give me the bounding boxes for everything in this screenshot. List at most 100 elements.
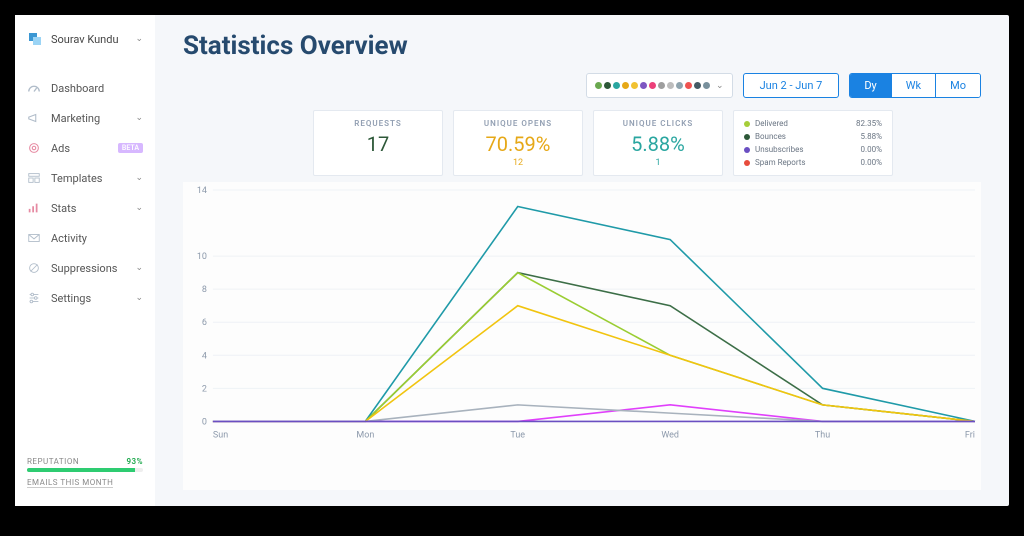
svg-text:Wed: Wed	[661, 430, 679, 440]
legend-dot	[604, 82, 611, 89]
nav-label: Ads	[51, 142, 108, 155]
stat-unique-opens[interactable]: UNIQUE OPENS 70.59% 12	[453, 110, 583, 176]
legend-dot	[649, 82, 656, 89]
user-name: Sourav Kundu	[51, 33, 119, 46]
dashboard-icon	[27, 81, 41, 95]
legend-label: Delivered	[755, 117, 788, 130]
svg-text:Sun: Sun	[213, 430, 228, 440]
control-bar: ⌄ Jun 2 - Jun 7 Dy Wk Mo	[183, 73, 981, 98]
svg-text:14: 14	[197, 186, 207, 196]
sliders-icon	[27, 291, 41, 305]
svg-text:6: 6	[202, 318, 207, 328]
stat-sub: 1	[600, 158, 716, 168]
date-range-button[interactable]: Jun 2 - Jun 7	[743, 73, 840, 98]
stat-requests[interactable]: REQUESTS 17	[313, 110, 443, 176]
stat-value: 70.59%	[460, 132, 576, 156]
legend-dot	[658, 82, 665, 89]
legend-row: Bounces 5.88%	[744, 130, 882, 143]
nav-label: Stats	[51, 202, 125, 215]
range-week[interactable]: Wk	[892, 74, 936, 97]
emails-this-month-link[interactable]: EMAILS THIS MONTH	[27, 478, 113, 488]
chart: 024681014SunMonTueWedThuFri	[183, 182, 981, 490]
dot-icon	[744, 121, 750, 127]
svg-text:Tue: Tue	[510, 430, 525, 440]
sidebar: Sourav Kundu ⌄ Dashboard Marketing ⌄ Ads…	[15, 15, 155, 506]
nav-templates[interactable]: Templates ⌄	[15, 163, 155, 193]
reputation-value: 93%	[126, 457, 143, 466]
legend-dot	[676, 82, 683, 89]
nav-label: Templates	[51, 172, 125, 185]
legend-label: Unsubscribes	[755, 143, 803, 156]
templates-icon	[27, 171, 41, 185]
granularity-toggle: Dy Wk Mo	[849, 73, 981, 98]
svg-text:8: 8	[202, 285, 207, 295]
stat-unique-clicks[interactable]: UNIQUE CLICKS 5.88% 1	[593, 110, 723, 176]
megaphone-icon	[27, 111, 41, 125]
legend-value: 0.00%	[861, 143, 882, 156]
legend-value: 5.88%	[861, 130, 882, 143]
range-month[interactable]: Mo	[936, 74, 980, 97]
logo-icon	[27, 31, 43, 47]
svg-text:0: 0	[202, 417, 207, 427]
legend-dot	[640, 82, 647, 89]
nav-dashboard[interactable]: Dashboard	[15, 73, 155, 103]
chevron-down-icon: ⌄	[135, 263, 143, 273]
series-legend-dropdown[interactable]: ⌄	[586, 73, 733, 98]
stats-icon	[27, 201, 41, 215]
stat-value: 17	[320, 132, 436, 156]
nav-label: Settings	[51, 292, 125, 305]
stat-sub: 12	[460, 158, 576, 168]
legend-label: Spam Reports	[755, 156, 805, 169]
summary-legend: Delivered 82.35% Bounces 5.88% Unsubscribes 0…	[733, 110, 893, 176]
envelope-icon	[27, 231, 41, 245]
nav-label: Activity	[51, 232, 143, 245]
svg-text:10: 10	[197, 252, 207, 262]
legend-row: Delivered 82.35%	[744, 117, 882, 130]
sidebar-footer: REPUTATION 93% EMAILS THIS MONTH	[15, 449, 155, 496]
legend-dot	[595, 82, 602, 89]
dot-icon	[744, 160, 750, 166]
legend-dot	[613, 82, 620, 89]
stats-row: REQUESTS 17 UNIQUE OPENS 70.59% 12 UNIQU…	[183, 110, 981, 176]
dot-icon	[744, 147, 750, 153]
dot-icon	[744, 134, 750, 140]
legend-label: Bounces	[755, 130, 786, 143]
legend-row: Spam Reports 0.00%	[744, 156, 882, 169]
legend-dot	[703, 82, 710, 89]
chevron-down-icon: ⌄	[135, 293, 143, 303]
legend-dot	[622, 82, 629, 89]
svg-text:Thu: Thu	[815, 430, 830, 440]
chevron-down-icon: ⌄	[135, 173, 143, 183]
stat-value: 5.88%	[600, 132, 716, 156]
nav: Dashboard Marketing ⌄ Ads BETA Templates…	[15, 73, 155, 313]
stat-label: UNIQUE CLICKS	[600, 119, 716, 128]
stat-label: REQUESTS	[320, 119, 436, 128]
nav-marketing[interactable]: Marketing ⌄	[15, 103, 155, 133]
account-switcher[interactable]: Sourav Kundu ⌄	[15, 25, 155, 53]
nav-label: Suppressions	[51, 262, 125, 275]
reputation-bar	[27, 468, 143, 472]
legend-dot	[685, 82, 692, 89]
stat-label: UNIQUE OPENS	[460, 119, 576, 128]
svg-text:Fri: Fri	[965, 430, 975, 440]
range-day[interactable]: Dy	[850, 74, 891, 97]
chevron-down-icon: ⌄	[135, 34, 143, 44]
nav-stats[interactable]: Stats ⌄	[15, 193, 155, 223]
legend-value: 0.00%	[861, 156, 882, 169]
target-icon	[27, 141, 41, 155]
svg-text:4: 4	[202, 351, 207, 361]
reputation-label: REPUTATION	[27, 457, 79, 466]
legend-dot	[631, 82, 638, 89]
nav-settings[interactable]: Settings ⌄	[15, 283, 155, 313]
svg-text:2: 2	[202, 384, 207, 394]
legend-dot	[667, 82, 674, 89]
nav-activity[interactable]: Activity	[15, 223, 155, 253]
nav-ads[interactable]: Ads BETA	[15, 133, 155, 163]
main: Statistics Overview ⌄ Jun 2 - Jun 7 Dy W…	[155, 15, 1009, 506]
page-title: Statistics Overview	[183, 31, 981, 61]
chevron-down-icon: ⌄	[716, 81, 724, 91]
legend-value: 82.35%	[856, 117, 882, 130]
nav-label: Dashboard	[51, 82, 143, 95]
nav-suppressions[interactable]: Suppressions ⌄	[15, 253, 155, 283]
chevron-down-icon: ⌄	[135, 203, 143, 213]
